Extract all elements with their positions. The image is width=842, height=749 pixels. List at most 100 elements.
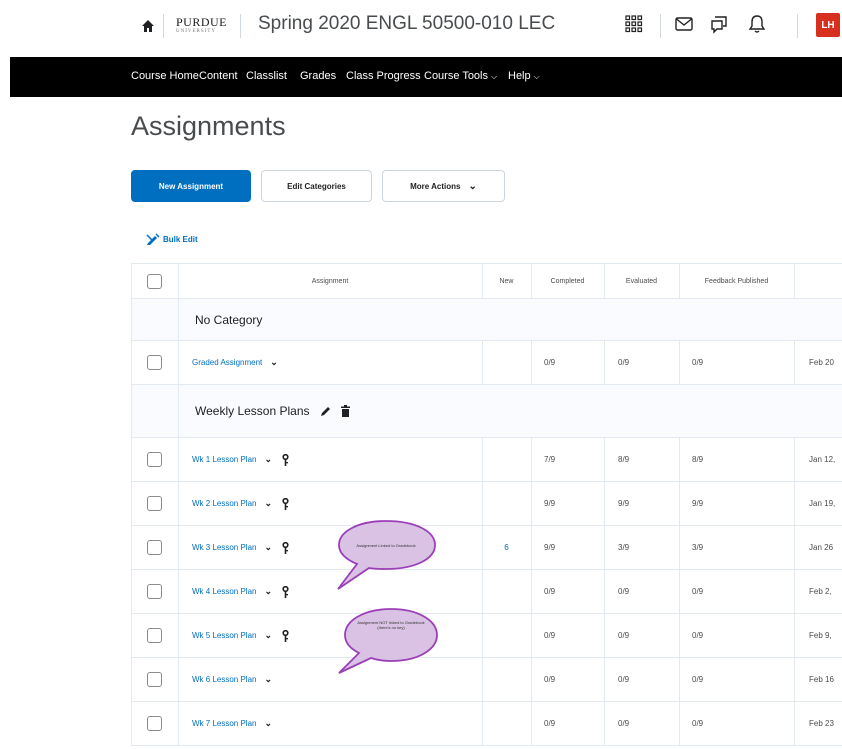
nav-grades[interactable]: Grades xyxy=(300,70,336,82)
header-divider xyxy=(660,14,661,38)
row-checkbox[interactable] xyxy=(147,716,162,731)
feedback-count: 0/9 xyxy=(692,719,704,728)
row-checkbox[interactable] xyxy=(147,628,162,643)
table-row: Wk 4 Lesson Plan ⌄ 0/9 0/9 0/9 Feb 2, xyxy=(131,570,842,614)
due-date: Feb 2, xyxy=(809,587,832,596)
chevron-down-icon[interactable]: ⌄ xyxy=(270,357,278,368)
assignment-link[interactable]: Wk 2 Lesson Plan xyxy=(192,499,256,508)
table-header-row: Assignment New Completed Evaluated Feedb… xyxy=(131,264,842,299)
mail-icon[interactable] xyxy=(673,13,695,35)
table-row: Graded Assignment ⌄ 0/9 0/9 0/9 Feb 20 xyxy=(131,341,842,385)
chevron-down-icon[interactable]: ⌄ xyxy=(264,630,272,641)
logo-subtext: UNIVERSITY xyxy=(176,29,216,34)
key-icon xyxy=(282,541,289,554)
nav-course-tools[interactable]: Course Tools ⌵ xyxy=(424,70,497,82)
assignment-link[interactable]: Wk 7 Lesson Plan xyxy=(192,719,256,728)
header-divider xyxy=(163,14,164,38)
chevron-down-icon: ⌵ xyxy=(533,72,540,81)
nav-course-home[interactable]: Course Home xyxy=(131,70,199,82)
bulk-edit-button[interactable]: Bulk Edit xyxy=(146,233,198,245)
feedback-count: 9/9 xyxy=(692,499,704,508)
row-checkbox[interactable] xyxy=(147,540,162,555)
completed-count: 7/9 xyxy=(544,455,556,464)
new-count[interactable] xyxy=(482,438,531,481)
evaluated-count: 0/9 xyxy=(618,358,630,367)
due-date: Jan 26 xyxy=(809,543,834,552)
row-checkbox[interactable] xyxy=(147,584,162,599)
feedback-count: 0/9 xyxy=(692,675,704,684)
due-date: Jan 12, xyxy=(809,455,836,464)
new-count[interactable]: 6 xyxy=(482,526,531,569)
chevron-down-icon[interactable]: ⌄ xyxy=(264,718,272,729)
column-header-assignment[interactable]: Assignment xyxy=(178,264,482,298)
bulk-edit-icon xyxy=(146,233,160,245)
evaluated-count: 0/9 xyxy=(618,631,630,640)
table-row: Wk 5 Lesson Plan ⌄ 0/9 0/9 0/9 Feb 9, xyxy=(131,614,842,658)
header-divider xyxy=(797,14,798,38)
new-count[interactable] xyxy=(482,570,531,613)
apps-grid-icon[interactable] xyxy=(623,13,645,35)
nav-course-tools-label: Course Tools xyxy=(424,70,488,82)
bulk-edit-label: Bulk Edit xyxy=(163,234,198,244)
annotation-text: Assignment Linked to Gradebook xyxy=(356,543,416,548)
assignment-link[interactable]: Wk 6 Lesson Plan xyxy=(192,675,256,684)
nav-help[interactable]: Help ⌵ xyxy=(508,70,540,82)
feedback-count: 3/9 xyxy=(692,543,704,552)
feedback-count: 0/9 xyxy=(692,587,704,596)
evaluated-count: 0/9 xyxy=(618,587,630,596)
chevron-down-icon[interactable]: ⌄ xyxy=(264,498,272,509)
chevron-down-icon[interactable]: ⌄ xyxy=(264,454,272,465)
completed-count: 0/9 xyxy=(544,675,556,684)
column-header-completed[interactable]: Completed xyxy=(531,264,604,298)
category-title: Weekly Lesson Plans xyxy=(195,404,310,418)
chevron-down-icon[interactable]: ⌄ xyxy=(264,674,272,685)
new-assignment-button[interactable]: New Assignment xyxy=(131,170,251,202)
chevron-down-icon[interactable]: ⌄ xyxy=(264,542,272,553)
key-icon xyxy=(282,629,289,642)
chat-icon[interactable] xyxy=(708,13,730,35)
purdue-logo[interactable]: PURDUE UNIVERSITY xyxy=(176,15,227,34)
select-all-checkbox[interactable] xyxy=(147,273,162,289)
edit-categories-button[interactable]: Edit Categories xyxy=(261,170,372,202)
column-header-feedback-published[interactable]: Feedback Published xyxy=(679,264,794,298)
feedback-count: 8/9 xyxy=(692,455,704,464)
user-avatar[interactable]: LH xyxy=(816,13,840,37)
row-checkbox[interactable] xyxy=(147,496,162,511)
assignment-link[interactable]: Wk 1 Lesson Plan xyxy=(192,455,256,464)
row-checkbox[interactable] xyxy=(147,452,162,467)
new-count[interactable] xyxy=(482,482,531,525)
table-row: Wk 1 Lesson Plan ⌄ 7/9 8/9 8/9 Jan 12, xyxy=(131,438,842,482)
column-header-new[interactable]: New xyxy=(482,264,531,298)
assignment-link[interactable]: Graded Assignment xyxy=(192,358,262,367)
evaluated-count: 0/9 xyxy=(618,675,630,684)
pencil-icon[interactable] xyxy=(320,406,331,417)
row-checkbox[interactable] xyxy=(147,355,162,370)
table-row: Wk 3 Lesson Plan ⌄ 6 9/9 3/9 3/9 Jan 26 xyxy=(131,526,842,570)
nav-content[interactable]: Content xyxy=(199,70,238,82)
column-header-evaluated[interactable]: Evaluated xyxy=(604,264,679,298)
nav-help-label: Help xyxy=(508,70,531,82)
new-count[interactable] xyxy=(482,614,531,657)
row-checkbox[interactable] xyxy=(147,672,162,687)
completed-count: 0/9 xyxy=(544,587,556,596)
evaluated-count: 9/9 xyxy=(618,499,630,508)
assignment-link[interactable]: Wk 5 Lesson Plan xyxy=(192,631,256,640)
new-count[interactable] xyxy=(482,702,531,745)
due-date: Feb 16 xyxy=(809,675,834,684)
nav-class-progress[interactable]: Class Progress xyxy=(346,70,421,82)
course-navbar: Course Home Content Classlist Grades Cla… xyxy=(10,57,842,97)
assignment-link[interactable]: Wk 3 Lesson Plan xyxy=(192,543,256,552)
new-count[interactable] xyxy=(482,658,531,701)
category-row: No Category xyxy=(131,299,842,341)
course-title[interactable]: Spring 2020 ENGL 50500-010 LEC xyxy=(258,13,555,35)
trash-icon[interactable] xyxy=(340,405,350,417)
more-actions-button[interactable]: More Actions ⌄ xyxy=(382,170,505,202)
home-icon[interactable] xyxy=(139,17,157,35)
feedback-count: 0/9 xyxy=(692,358,704,367)
bell-icon[interactable] xyxy=(746,13,768,35)
completed-count: 0/9 xyxy=(544,358,556,367)
assignment-link[interactable]: Wk 4 Lesson Plan xyxy=(192,587,256,596)
logo-text: PURDUE xyxy=(176,15,228,29)
nav-classlist[interactable]: Classlist xyxy=(246,70,287,82)
chevron-down-icon[interactable]: ⌄ xyxy=(264,586,272,597)
